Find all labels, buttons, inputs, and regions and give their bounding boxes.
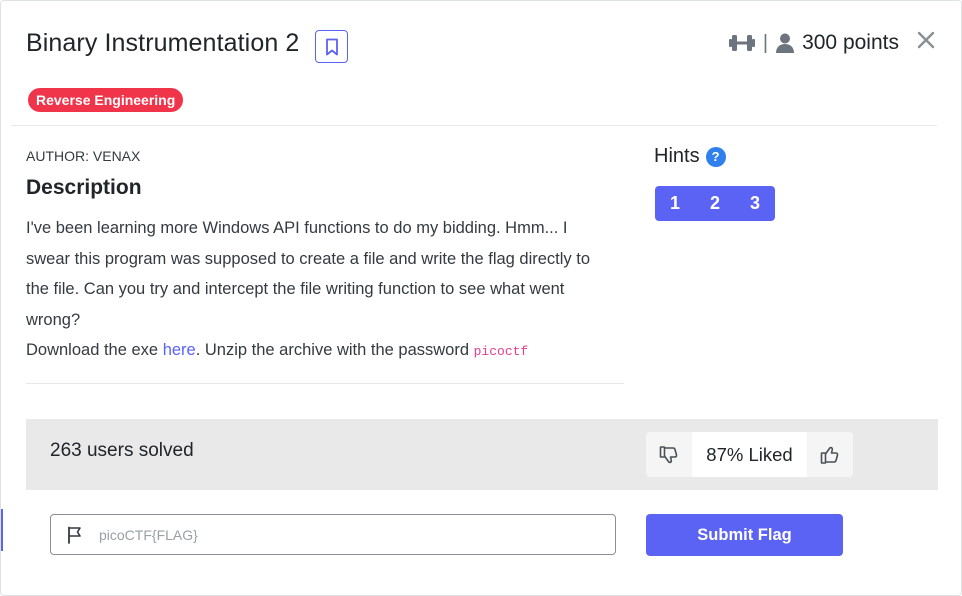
hints-button-group: 1 2 3 bbox=[655, 186, 775, 221]
header-divider bbox=[11, 125, 937, 126]
author-label: AUTHOR: VENAX bbox=[26, 148, 141, 164]
focus-edge bbox=[1, 509, 3, 551]
description-divider bbox=[26, 383, 624, 384]
download-link[interactable]: here bbox=[163, 341, 196, 359]
hint-button-1[interactable]: 1 bbox=[655, 186, 695, 221]
close-button[interactable] bbox=[915, 29, 937, 51]
flag-field bbox=[50, 514, 616, 555]
meta-separator: | bbox=[762, 31, 769, 54]
challenge-title: Binary Instrumentation 2 bbox=[26, 29, 300, 57]
hint-help-icon[interactable]: ? bbox=[705, 146, 726, 167]
challenge-meta: | 300 points bbox=[728, 31, 899, 55]
dislike-button[interactable] bbox=[646, 432, 692, 477]
download-prefix: Download the exe bbox=[26, 341, 163, 359]
submit-flag-button[interactable]: Submit Flag bbox=[646, 514, 843, 556]
category-tag: Reverse Engineering bbox=[28, 88, 184, 112]
download-middle: . Unzip the archive with the password bbox=[195, 341, 474, 359]
hints-heading: Hints ? bbox=[654, 145, 726, 168]
thumbs-down-icon bbox=[659, 445, 678, 463]
hint-button-3[interactable]: 3 bbox=[735, 186, 775, 221]
solved-count: 263 users solved bbox=[50, 440, 194, 461]
close-icon bbox=[917, 31, 935, 49]
password-code: picoctf bbox=[473, 344, 529, 359]
liked-percentage: 87% Liked bbox=[692, 432, 807, 477]
hint-button-2[interactable]: 2 bbox=[695, 186, 735, 221]
dumbbell-icon bbox=[728, 35, 755, 51]
description-body: I've been learning more Windows API func… bbox=[26, 213, 616, 368]
points-value: 300 points bbox=[802, 31, 899, 54]
rating-group: 87% Liked bbox=[646, 432, 853, 477]
thumbs-up-icon bbox=[820, 446, 839, 464]
like-button[interactable] bbox=[807, 432, 853, 477]
bookmark-icon bbox=[325, 38, 338, 55]
hints-title: Hints bbox=[654, 145, 700, 167]
flag-input[interactable] bbox=[99, 526, 579, 543]
challenge-modal: Binary Instrumentation 2 | 300 points Re… bbox=[0, 0, 962, 596]
bookmark-button[interactable] bbox=[315, 30, 348, 63]
description-paragraph: I've been learning more Windows API func… bbox=[26, 219, 591, 329]
description-heading: Description bbox=[26, 176, 142, 199]
stats-bar: 263 users solved 87% Liked bbox=[26, 419, 938, 490]
user-icon bbox=[776, 33, 795, 53]
flag-icon bbox=[51, 526, 99, 544]
